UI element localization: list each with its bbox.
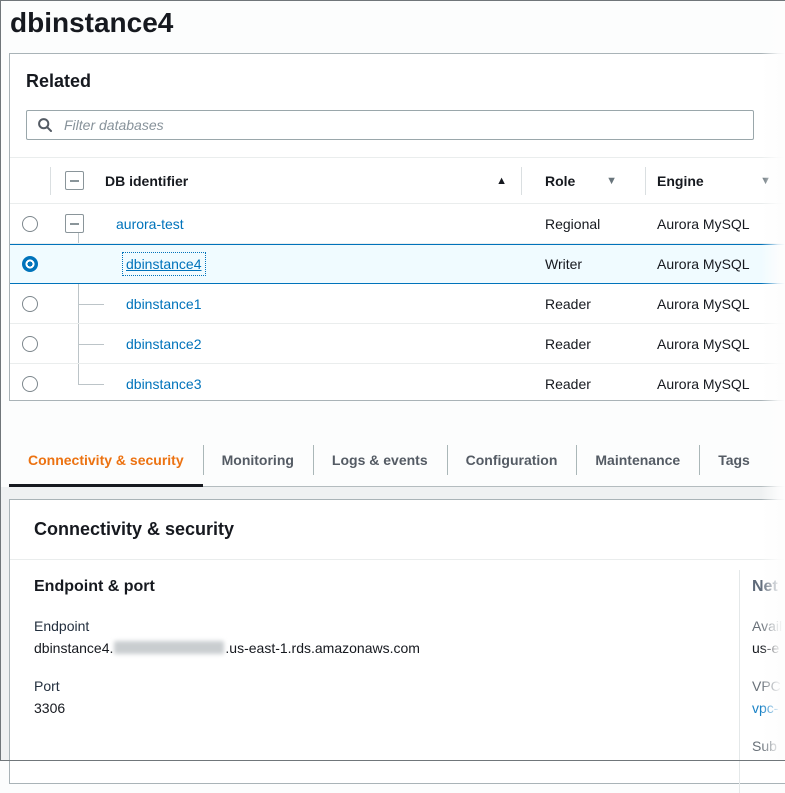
related-panel: Related DB identifier ▲ Role ▼ Engine ▼ (9, 53, 785, 401)
redacted-endpoint-segment (114, 641, 224, 654)
filter-databases-box[interactable] (26, 110, 754, 140)
engine-cell: Aurora MySQL (657, 296, 750, 312)
db-instance-link[interactable]: dbinstance3 (126, 376, 202, 392)
endpoint-port-section: Endpoint & port Endpoint dbinstance4. .us… (34, 578, 420, 716)
tab-label: Maintenance (595, 452, 680, 468)
role-header-label: Role (545, 173, 575, 189)
collapse-all-icon[interactable] (65, 171, 84, 190)
port-value: 3306 (34, 700, 420, 716)
sort-ascending-icon[interactable]: ▲ (496, 175, 507, 187)
engine-cell: Aurora MySQL (657, 256, 750, 272)
db-instance-link[interactable]: dbinstance1 (126, 296, 202, 312)
role-column-header[interactable]: Role ▼ (521, 173, 645, 189)
page-title: dbinstance4 (10, 3, 173, 43)
role-cell: Reader (545, 296, 591, 312)
connectivity-security-heading: Connectivity & security (10, 500, 785, 560)
tab-label: Tags (718, 452, 750, 468)
tab-maintenance[interactable]: Maintenance (576, 433, 699, 487)
engine-cell: Aurora MySQL (657, 336, 750, 352)
tab-label: Logs & events (332, 452, 428, 468)
tab-monitoring[interactable]: Monitoring (203, 433, 313, 487)
engine-column-header[interactable]: Engine ▼ (645, 173, 785, 189)
table-row: dbinstance2 Reader Aurora MySQL (10, 324, 785, 364)
engine-filter-dropdown-icon[interactable]: ▼ (760, 175, 771, 187)
db-identifier-header-label: DB identifier (105, 173, 188, 189)
role-cell: Writer (545, 256, 582, 272)
endpoint-suffix: .us-east-1.rds.amazonaws.com (225, 640, 420, 656)
tab-logs-events[interactable]: Logs & events (313, 433, 447, 487)
table-row: aurora-test Regional Aurora MySQL (10, 204, 785, 244)
tab-label: Configuration (466, 452, 558, 468)
endpoint-port-title: Endpoint & port (34, 578, 420, 596)
row-radio-unselected[interactable] (22, 336, 38, 352)
networking-section: Net Avail us-e VPC vpc- Sub (752, 578, 785, 754)
connectivity-security-body: Endpoint & port Endpoint dbinstance4. .us… (10, 560, 785, 783)
table-row: dbinstance3 Reader Aurora MySQL (10, 364, 785, 404)
role-filter-dropdown-icon[interactable]: ▼ (606, 175, 617, 187)
tab-connectivity-security[interactable]: Connectivity & security (9, 433, 203, 487)
vpc-label: VPC (752, 678, 785, 694)
vpc-link[interactable]: vpc- (752, 700, 785, 716)
tab-label: Monitoring (222, 452, 294, 468)
engine-cell: Aurora MySQL (657, 376, 750, 392)
related-panel-title: Related (26, 71, 91, 92)
connectivity-security-panel: Connectivity & security Endpoint & port … (9, 499, 785, 784)
tab-configuration[interactable]: Configuration (447, 433, 577, 487)
collapse-row-icon[interactable] (65, 214, 84, 233)
subnet-label: Sub (752, 738, 785, 754)
table-row: dbinstance1 Reader Aurora MySQL (10, 284, 785, 324)
availability-zone-value: us-e (752, 640, 785, 656)
row-radio-unselected[interactable] (22, 296, 38, 312)
row-radio-unselected[interactable] (22, 216, 38, 232)
row-radio-selected[interactable] (22, 256, 38, 272)
db-cluster-link[interactable]: aurora-test (116, 216, 184, 232)
table-header-row: DB identifier ▲ Role ▼ Engine ▼ (10, 157, 785, 204)
db-instance-link[interactable]: dbinstance2 (126, 336, 202, 352)
tab-label: Connectivity & security (28, 452, 184, 468)
search-icon (37, 117, 53, 133)
endpoint-label: Endpoint (34, 618, 420, 634)
role-cell: Reader (545, 376, 591, 392)
role-cell: Reader (545, 336, 591, 352)
db-instance-link[interactable]: dbinstance4 (126, 256, 202, 272)
table-row-selected: dbinstance4 Writer Aurora MySQL (10, 244, 785, 284)
filter-databases-input[interactable] (62, 116, 743, 134)
table-body: aurora-test Regional Aurora MySQL dbinst… (10, 204, 785, 400)
endpoint-value: dbinstance4. .us-east-1.rds.amazonaws.com (34, 640, 420, 656)
engine-header-label: Engine (657, 173, 704, 189)
engine-cell: Aurora MySQL (657, 216, 750, 232)
endpoint-prefix: dbinstance4. (34, 640, 113, 656)
detail-tabs: Connectivity & security Monitoring Logs … (9, 433, 785, 487)
availability-zone-label: Avail (752, 618, 785, 634)
tab-tags[interactable]: Tags (699, 433, 769, 487)
networking-title: Net (752, 578, 785, 596)
row-radio-unselected[interactable] (22, 376, 38, 392)
port-label: Port (34, 678, 420, 694)
role-cell: Regional (545, 216, 600, 232)
db-identifier-column-header[interactable]: DB identifier ▲ (50, 173, 521, 189)
